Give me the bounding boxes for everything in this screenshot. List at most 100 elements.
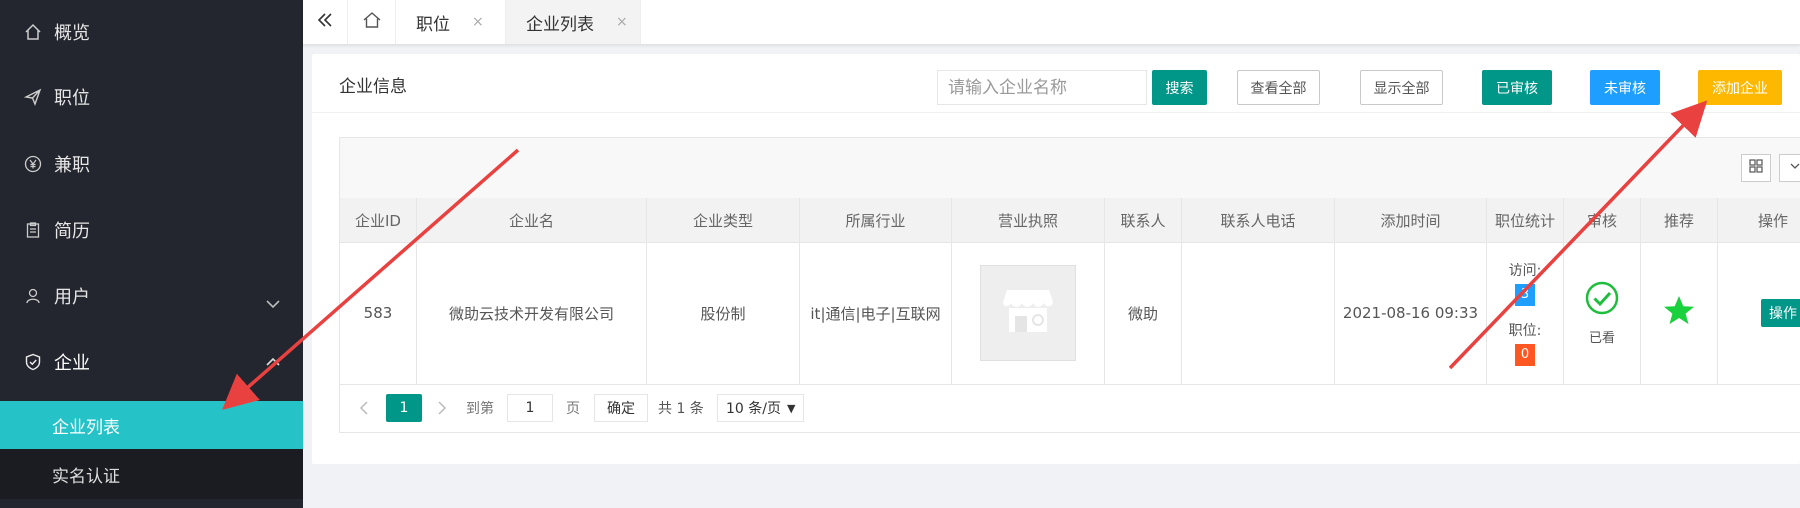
column-header[interactable]: 企业类型 [647,198,800,242]
company-info-panel: 企业信息 搜索 查看全部 显示全部 已审核 未审核 添加企业 企业ID 企业名 … [312,54,1800,464]
shield-icon [22,351,44,373]
goto-page-input[interactable] [507,394,553,422]
chevron-up-icon [263,352,283,372]
sidebar-subitem-company-list[interactable]: 企业列表 [0,401,303,449]
tab-bar: 职位 × 企业列表 × [303,0,1800,45]
view-all-button[interactable]: 查看全部 [1237,70,1320,105]
sidebar-item-label: 概览 [54,23,90,44]
cell-recommend [1641,242,1718,384]
clipboard-icon [22,219,44,241]
table-row[interactable]: 583 微助云技术开发有限公司 股份制 it|通信|电子|互联网 微助 2021… [340,242,1800,385]
cell-business-license [952,242,1105,384]
sidebar: 概览 职位 兼职 简历 用户 企业 企业列表 实名认证 [0,0,303,508]
cell-company-type: 股份制 [647,242,800,384]
sidebar-item-label: 职位 [54,88,90,109]
double-chevron-left-icon [315,10,335,35]
unapproved-button[interactable]: 未审核 [1590,70,1660,105]
page-size-value: 10 条/页 [726,401,781,417]
goto-label: 到第 [466,401,494,417]
sidebar-subitem-label: 企业列表 [52,417,120,438]
column-header[interactable]: 企业ID [340,198,417,242]
pagination: 1 到第 页 确定 共 1 条 10 条/页 ▼ [340,384,1800,432]
company-table: 企业ID 企业名 企业类型 所属行业 营业执照 联系人 联系人电话 添加时间 职… [339,137,1800,433]
export-button[interactable] [1779,154,1800,182]
cell-actions: 操作 [1718,242,1800,384]
sidebar-item-overview[interactable]: 概览 [0,12,303,52]
sidebar-item-label: 兼职 [54,155,90,176]
cell-contact-phone [1182,242,1335,384]
total-count: 共 1 条 [658,401,704,417]
next-page-icon[interactable] [432,394,452,422]
column-header[interactable]: 营业执照 [952,198,1105,242]
goto-confirm-button[interactable]: 确定 [594,394,648,422]
sidebar-item-users[interactable]: 用户 [0,276,303,316]
sidebar-subitem-label: 实名认证 [52,466,120,487]
cell-job-stats: 访问: 3 职位: 0 [1487,242,1564,384]
column-header[interactable]: 企业名 [417,198,647,242]
panel-title: 企业信息 [339,77,407,97]
tab-company-list[interactable]: 企业列表 × [506,0,641,44]
tab-close-icon[interactable]: × [472,14,484,30]
home-icon [362,10,382,35]
action-button[interactable]: 操作 [1761,299,1800,327]
collapse-sidebar-button[interactable] [303,0,348,44]
review-status: 已看 [1588,330,1615,346]
approved-button[interactable]: 已审核 [1482,70,1552,105]
cell-company-name: 微助云技术开发有限公司 [417,242,647,384]
tab-jobs[interactable]: 职位 × [396,0,506,44]
cell-added-time: 2021-08-16 09:33 [1335,242,1487,384]
caret-down-icon: ▼ [786,401,796,415]
prev-page-icon[interactable] [354,394,374,422]
cell-industry: it|通信|电子|互联网 [800,242,952,384]
jobs-count-badge: 0 [1515,344,1535,366]
tab-label: 职位 [416,14,450,35]
column-header[interactable]: 所属行业 [800,198,952,242]
sidebar-item-label: 简历 [54,221,90,242]
jobs-label: 职位: [1508,323,1542,339]
column-filter-button[interactable] [1741,154,1771,182]
column-header[interactable]: 职位统计 [1487,198,1564,242]
yen-icon [22,153,44,175]
tab-label: 企业列表 [526,14,594,35]
business-license-thumbnail[interactable] [980,265,1076,361]
sidebar-subitem-verification[interactable]: 实名认证 [0,449,303,499]
cell-review: 已看 [1564,242,1641,384]
company-search-input[interactable] [937,70,1147,105]
current-page[interactable]: 1 [386,394,422,422]
column-header[interactable]: 联系人 [1105,198,1182,242]
table-toolbar [340,138,1800,199]
add-company-button[interactable]: 添加企业 [1698,70,1782,105]
chevron-down-icon [263,294,283,314]
sidebar-item-label: 用户 [54,287,90,308]
visits-count-badge: 3 [1515,284,1535,306]
paper-plane-icon [22,86,44,108]
column-header[interactable]: 添加时间 [1335,198,1487,242]
column-header[interactable]: 操作 [1718,198,1800,242]
grid-icon [1748,158,1764,178]
check-circle-icon[interactable] [1585,281,1619,319]
sidebar-item-parttime[interactable]: 兼职 [0,144,303,184]
sidebar-item-jobs[interactable]: 职位 [0,77,303,117]
star-icon[interactable] [1662,294,1696,332]
export-icon [1789,158,1800,178]
column-header[interactable]: 联系人电话 [1182,198,1335,242]
home-icon [22,21,44,43]
tab-home[interactable] [348,0,396,44]
show-all-button[interactable]: 显示全部 [1360,70,1443,105]
panel-header: 企业信息 搜索 查看全部 显示全部 已审核 未审核 添加企业 [312,54,1800,113]
user-icon [22,285,44,307]
column-header[interactable]: 推荐 [1641,198,1718,242]
storefront-icon [1001,286,1055,340]
page-label: 页 [566,401,580,417]
cell-contact: 微助 [1105,242,1182,384]
page-size-select[interactable]: 10 条/页 ▼ [717,394,805,422]
column-header[interactable]: 审核 [1564,198,1641,242]
sidebar-item-companies[interactable]: 企业 [0,342,303,382]
cell-company-id: 583 [340,242,417,384]
visits-label: 访问: [1508,263,1542,279]
sidebar-item-resume[interactable]: 简历 [0,210,303,250]
search-button[interactable]: 搜索 [1152,70,1207,105]
table-header: 企业ID 企业名 企业类型 所属行业 营业执照 联系人 联系人电话 添加时间 职… [340,198,1800,243]
sidebar-item-label: 企业 [54,353,90,374]
tab-close-icon[interactable]: × [616,14,628,30]
